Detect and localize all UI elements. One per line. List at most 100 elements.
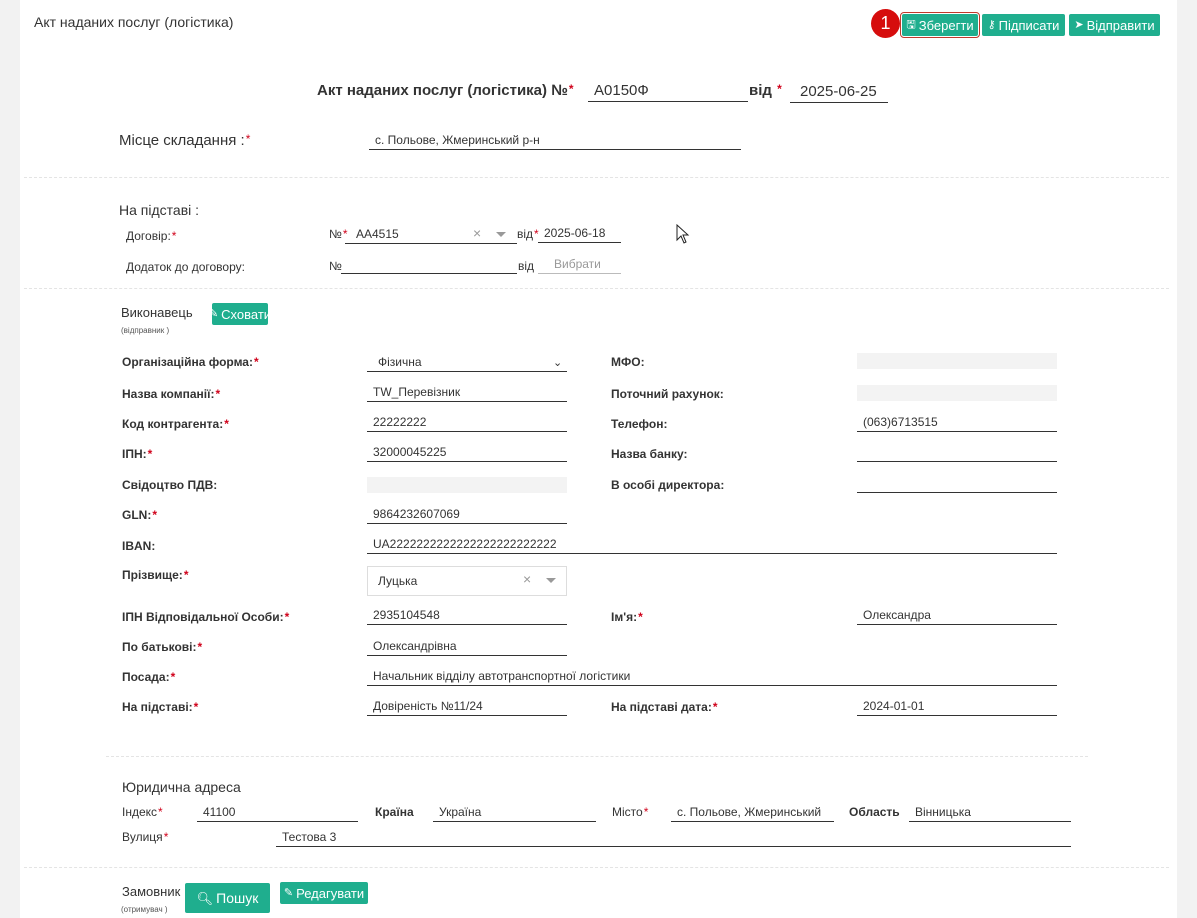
index-input[interactable]: 41100 (197, 802, 358, 822)
hide-button-label: Сховати (221, 306, 272, 322)
code-input[interactable]: 22222222 (367, 412, 567, 432)
clear-icon[interactable]: × (473, 225, 481, 241)
ipn-label: ІПН:* (122, 447, 153, 461)
phone-input[interactable]: (063)6713515 (857, 412, 1057, 432)
street-input[interactable]: Тестова 3 (276, 827, 1071, 847)
company-input[interactable]: TW_Перевізник (367, 382, 567, 402)
company-label: Назва компанії:* (122, 387, 221, 401)
position-input[interactable]: Начальник відділу автотранспортної логіс… (367, 666, 1057, 686)
executor-basis-label: На підставі:* (122, 700, 199, 714)
patronymic-label: По батькові:* (122, 640, 203, 654)
executor-sub: (відправник ) (121, 326, 170, 335)
mfo-label: МФО: (611, 355, 645, 369)
addendum-no-label: № (329, 259, 342, 273)
divider (24, 177, 1169, 178)
country-input[interactable]: Україна (433, 802, 596, 822)
contract-number-select[interactable]: АА4515 (345, 224, 517, 244)
pencil-icon: ✎ (208, 307, 219, 320)
iban-label: IBAN: (122, 539, 156, 553)
ipn-input[interactable]: 32000045225 (367, 442, 567, 462)
place-input[interactable]: с. Польове, Жмеринський р-н (369, 130, 741, 150)
executor-heading: Виконавець (121, 305, 193, 320)
divider (24, 288, 1169, 289)
doc-date-input[interactable]: 2025-06-25 (790, 81, 888, 103)
position-label: Посада:* (122, 670, 176, 684)
addendum-from-label: від (518, 259, 535, 273)
city-input[interactable]: с. Польове, Жмеринський (671, 802, 834, 822)
resp-ipn-input[interactable]: 2935104548 (367, 605, 567, 625)
basis-date-input[interactable]: 2024-01-01 (857, 696, 1057, 716)
iban-input[interactable]: UA2222222222222222222222222 (367, 534, 1057, 554)
form-sheet: Акт наданих послуг (логістика) 1 🖫 Збере… (20, 0, 1177, 918)
sign-button[interactable]: ⚷ Підписати (982, 14, 1065, 36)
basis-heading: На підставі : (119, 202, 200, 218)
edit-button-label: Редагувати (296, 885, 365, 901)
contract-from-label: від* (517, 227, 539, 241)
phone-label: Телефон: (611, 417, 668, 431)
doc-title-label: Акт наданих послуг (логістика) №* (317, 82, 574, 99)
save-button[interactable]: 🖫 Зберегти (900, 12, 980, 38)
director-label: В особі директора: (611, 478, 725, 492)
page-title: Акт наданих послуг (логістика) (34, 14, 234, 30)
paper-plane-icon: ➤ (1074, 18, 1084, 31)
send-button-label: Відправити (1086, 17, 1155, 33)
bank-label: Назва банку: (611, 447, 688, 461)
sign-button-label: Підписати (998, 17, 1060, 33)
name-label: Ім'я:* (611, 610, 643, 624)
city-label: Місто* (612, 805, 649, 819)
search-icon: 🔍︎ (196, 890, 214, 906)
code-label: Код контрагента:* (122, 417, 229, 431)
contract-date-input[interactable]: 2025-06-18 (538, 223, 621, 243)
addendum-label: Додаток до договору: (126, 260, 245, 274)
step-badge: 1 (871, 9, 900, 38)
vat-input[interactable] (367, 477, 567, 493)
divider (106, 756, 1088, 757)
clear-icon[interactable]: × (523, 571, 531, 587)
gln-input[interactable]: 9864232607069 (367, 504, 567, 524)
executor-basis-input[interactable]: Довіреність №11/24 (367, 696, 567, 716)
floppy-disk-icon: 🖫 (906, 18, 916, 31)
addendum-number-input[interactable] (341, 254, 517, 274)
customer-sub: (отримувач ) (121, 905, 168, 914)
account-label: Поточний рахунок: (611, 387, 724, 401)
chevron-down-icon[interactable]: ⌄ (553, 356, 562, 369)
region-input[interactable]: Вінницька (909, 802, 1071, 822)
resp-ipn-label: ІПН Відповідальної Особи:* (122, 610, 290, 624)
place-label: Місце складання :* (119, 132, 251, 149)
doc-number-input[interactable]: А0150Ф (588, 80, 748, 102)
chevron-down-icon[interactable] (496, 232, 506, 237)
street-label: Вулиця* (122, 830, 169, 844)
basis-date-label: На підставі дата:* (611, 700, 718, 714)
org-form-label: Організаційна форма:* (122, 355, 259, 369)
search-button[interactable]: 🔍︎ Пошук (185, 883, 270, 913)
search-button-label: Пошук (216, 890, 259, 906)
country-label: Країна (375, 805, 414, 819)
director-input[interactable] (857, 473, 1057, 493)
region-label: Область (849, 805, 900, 819)
mouse-cursor-icon (676, 224, 690, 244)
chevron-down-icon[interactable] (546, 578, 556, 583)
addendum-date-input[interactable]: Вибрати (538, 254, 621, 274)
org-form-select[interactable]: Фізична (367, 352, 567, 372)
address-heading: Юридична адреса (122, 779, 241, 795)
pencil-icon: ✎ (283, 886, 294, 899)
doc-date-label: від * (749, 82, 782, 99)
vat-label: Свідоцтво ПДВ: (122, 478, 218, 492)
save-button-label: Зберегти (918, 17, 974, 33)
bank-input[interactable] (857, 442, 1057, 462)
customer-heading: Замовник (122, 884, 181, 899)
mfo-input[interactable] (857, 353, 1057, 369)
key-icon: ⚷ (987, 18, 996, 31)
account-input[interactable] (857, 385, 1057, 401)
patronymic-input[interactable]: Олександрівна (367, 636, 567, 656)
name-input[interactable]: Олександра (857, 605, 1057, 625)
hide-button[interactable]: ✎ Сховати (208, 303, 272, 325)
edit-button[interactable]: ✎ Редагувати (280, 882, 368, 904)
send-button[interactable]: ➤ Відправити (1069, 14, 1160, 36)
surname-select[interactable]: Луцька (367, 566, 567, 596)
surname-label: Прізвище:* (122, 568, 189, 582)
divider (24, 867, 1169, 868)
contract-label: Договір:* (126, 229, 177, 243)
gln-label: GLN:* (122, 508, 157, 522)
index-label: Індекс* (122, 805, 163, 819)
